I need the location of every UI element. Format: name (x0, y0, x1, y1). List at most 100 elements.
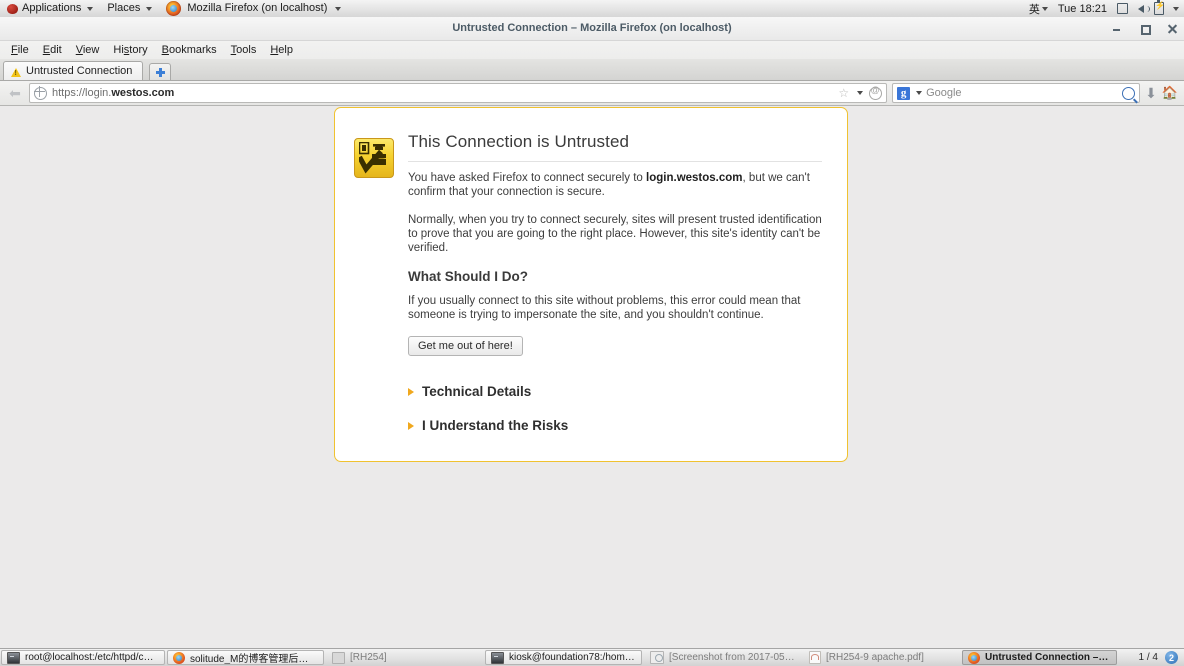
page-content: This Connection is Untrusted You have as… (0, 106, 1184, 649)
back-button[interactable]: ⬅ (6, 85, 24, 101)
tab-strip: Untrusted Connection (0, 59, 1184, 81)
chevron-down-icon (1041, 6, 1048, 11)
chevron-down-icon[interactable] (857, 91, 864, 95)
untrusted-connection-panel: This Connection is Untrusted You have as… (334, 107, 848, 463)
i-understand-the-risks-label: I Understand the Risks (422, 418, 569, 434)
input-method-label: 英 (1028, 3, 1040, 16)
applications-menu[interactable]: Applications (0, 0, 100, 17)
taskbar-item-label: Untrusted Connection – Mozilla F... (985, 652, 1111, 663)
window-titlebar: Untrusted Connection – Mozilla Firefox (… (0, 17, 1184, 41)
taskbar-item-label: kiosk@foundation78:/home/kiosk... (509, 652, 636, 663)
image-viewer-icon (650, 651, 664, 664)
battery-icon (1154, 0, 1165, 15)
search-bar[interactable]: g Google (892, 83, 1141, 103)
applications-menu-label: Applications (22, 2, 82, 14)
tab-untrusted-connection[interactable]: Untrusted Connection (3, 61, 144, 80)
menu-view[interactable]: View (70, 43, 106, 57)
chevron-down-icon (1173, 6, 1179, 11)
menu-help[interactable]: Help (264, 43, 299, 57)
downloads-icon[interactable]: ⬇ (1145, 85, 1157, 102)
section-heading-what-should-i-do: What Should I Do? (408, 269, 528, 285)
search-input[interactable]: Google (926, 87, 961, 99)
chevron-right-icon (408, 421, 414, 430)
notification-badge[interactable]: 2 (1165, 651, 1178, 664)
url-domain: westos.com (111, 87, 175, 99)
taskbar-item-label: [RH254] (350, 652, 387, 663)
technical-details-disclosure[interactable]: Technical Details (408, 384, 822, 399)
terminal-icon (7, 651, 20, 664)
taskbar-item-kiosk-terminal[interactable]: kiosk@foundation78:/home/kiosk... (485, 650, 642, 665)
clock-label: Tue 18:21 (1057, 2, 1107, 15)
plus-icon (155, 67, 165, 77)
speaker-icon (1138, 4, 1150, 13)
user-menu[interactable] (1169, 0, 1184, 17)
input-method-indicator[interactable]: 英 (1024, 0, 1053, 17)
tab-label: Untrusted Connection (26, 65, 133, 77)
menu-history[interactable]: History (107, 43, 153, 57)
globe-icon (33, 86, 47, 100)
menu-bookmarks[interactable]: Bookmarks (156, 43, 223, 57)
taskbar-item-root-terminal[interactable]: root@localhost:/etc/httpd/conf.d (1, 650, 165, 665)
pdf-icon (809, 651, 821, 664)
desktop-top-panel: Applications Places Mozilla Firefox (on … (0, 0, 1184, 18)
redhat-logo-icon (7, 3, 18, 14)
chevron-down-icon[interactable] (916, 91, 923, 95)
window-title: Untrusted Connection – Mozilla Firefox (… (452, 22, 732, 34)
maximize-button[interactable] (1139, 23, 1151, 35)
url-prefix: https://login. (52, 87, 112, 99)
chevron-down-icon (146, 6, 153, 11)
explanation-paragraph: Normally, when you try to connect secure… (408, 214, 822, 255)
chevron-down-icon (335, 6, 342, 11)
places-menu-label: Places (107, 2, 141, 14)
active-application-menu[interactable]: Mozilla Firefox (on localhost) (159, 0, 348, 17)
active-application-label: Mozilla Firefox (on localhost) (187, 2, 328, 14)
certificate-warning-icon (354, 138, 394, 178)
chevron-down-icon (87, 6, 94, 11)
menu-edit[interactable]: Edit (37, 43, 68, 57)
warning-icon (11, 67, 21, 77)
i-understand-the-risks-disclosure[interactable]: I Understand the Risks (408, 418, 822, 433)
close-button[interactable] (1167, 23, 1178, 34)
guard-check-glyph (359, 142, 386, 174)
menu-file[interactable]: FFileile (5, 43, 35, 57)
display-settings-icon[interactable] (1112, 0, 1133, 17)
terminal-icon (491, 651, 504, 664)
search-icon[interactable] (1122, 86, 1136, 100)
taskbar-item-label: solitude_M的博客管理后台-51CT... (190, 654, 318, 665)
window-list-taskbar: root@localhost:/etc/httpd/conf.d solitud… (0, 648, 1184, 666)
taskbar-item-label: [Screenshot from 2017-05-14 ... (669, 652, 795, 663)
firefox-icon (968, 651, 980, 664)
window-controls (1111, 17, 1178, 40)
firefox-icon (173, 651, 185, 664)
monitor-icon (1117, 3, 1128, 14)
workspace-switcher[interactable]: 1 / 4 (1139, 652, 1158, 663)
taskbar-item-apache-pdf[interactable]: [RH254-9 apache.pdf] (803, 650, 960, 665)
technical-details-label: Technical Details (422, 384, 532, 400)
menu-tools[interactable]: Tools (225, 43, 263, 57)
places-menu[interactable]: Places (100, 0, 159, 17)
taskbar-right-section: 1 / 4 2 (1139, 651, 1184, 664)
bookmark-star-icon[interactable]: ☆ (838, 86, 849, 100)
url-bar[interactable]: https://login.westos.com ☆ (29, 83, 888, 103)
firefox-icon (166, 1, 182, 16)
clock[interactable]: Tue 18:21 (1053, 0, 1112, 17)
get-me-out-of-here-button[interactable]: Get me out of here! (408, 336, 523, 357)
url-bar-actions: ☆ (838, 85, 883, 100)
taskbar-item-rh254[interactable]: [RH254] (326, 650, 483, 665)
taskbar-item-screenshot[interactable]: [Screenshot from 2017-05-14 ... (644, 650, 801, 665)
rss-icon[interactable] (869, 85, 883, 100)
intro-paragraph-host: login.westos.com (646, 172, 743, 184)
page-title: This Connection is Untrusted (408, 132, 822, 162)
intro-paragraph-before: You have asked Firefox to connect secure… (408, 172, 647, 184)
home-icon[interactable]: 🏠 (1162, 85, 1178, 101)
minimize-button[interactable] (1111, 23, 1122, 34)
navigation-toolbar: ⬅ https://login.westos.com ☆ g Google ⬇ … (0, 81, 1184, 106)
new-tab-button[interactable] (149, 63, 172, 80)
firefox-window: Untrusted Connection – Mozilla Firefox (… (0, 17, 1184, 649)
intro-paragraph: You have asked Firefox to connect secure… (408, 171, 822, 199)
taskbar-item-blog-admin[interactable]: solitude_M的博客管理后台-51CT... (167, 650, 324, 665)
window-icon (332, 651, 345, 664)
volume-icon[interactable] (1133, 0, 1150, 17)
taskbar-item-untrusted-connection[interactable]: Untrusted Connection – Mozilla F... (962, 650, 1117, 665)
battery-indicator[interactable] (1149, 0, 1169, 17)
